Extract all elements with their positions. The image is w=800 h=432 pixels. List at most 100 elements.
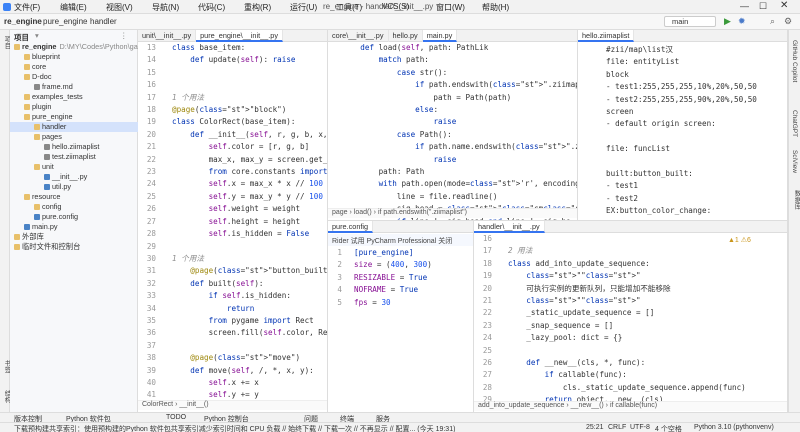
close-icon[interactable]: ✕ <box>780 0 788 11</box>
tree-item[interactable]: config <box>10 202 138 212</box>
crumb-method[interactable]: __init__() <box>179 401 208 408</box>
tree-item-label: blueprint <box>32 52 60 61</box>
debug-icon[interactable]: ✹ <box>738 16 746 27</box>
folder-icon <box>34 124 40 130</box>
tab-handler-init[interactable]: handler\__init__.py <box>474 221 545 233</box>
copilot-tool-tab[interactable]: GitHub Copilot <box>791 40 798 82</box>
crumb-package[interactable]: pure_engine <box>43 17 87 26</box>
tree-item[interactable]: handler <box>10 122 138 132</box>
pane5-code[interactable]: 2 用法 class add_into_update_sequence: cla… <box>508 233 746 407</box>
tree-item[interactable]: re_engine D:\MY\Codes\Python\gam <box>10 42 144 52</box>
settings-icon[interactable]: ⚙ <box>784 16 792 27</box>
minimize-icon[interactable]: — <box>740 1 749 11</box>
editor-pane-ziimaplist: hello.ziimaplist #zii/map\list汉 file: en… <box>578 30 788 220</box>
interpreter[interactable]: Python 3.10 (pythonvenv) <box>694 424 774 431</box>
tree-item-label: pure.config <box>42 212 79 221</box>
menu-item-3[interactable]: 导航(N) <box>152 2 179 13</box>
tree-item[interactable]: D-doc <box>10 72 138 82</box>
pane1-breadcrumb: ColorRect › __init__() <box>138 400 327 410</box>
project-header: 项目 ▾ ⋮ <box>10 30 138 42</box>
pane1-gutter: 13 14 15 16 17 18 19 20 21 22 23 24 25 2… <box>146 43 156 412</box>
pane2-breadcrumb: page › load() › if path.endswith(".ziima… <box>328 208 577 218</box>
tree-item[interactable]: examples_tests <box>10 92 138 102</box>
search-icon[interactable]: ⌕ <box>770 16 775 27</box>
crumb-page[interactable]: page <box>332 209 348 216</box>
tree-item[interactable]: resource <box>10 192 138 202</box>
pane3-code[interactable]: #zii/map\list汉 file: entityList block - … <box>606 44 757 220</box>
pane4-code[interactable]: [pure_engine] size = (400, 300) RESIZABL… <box>354 247 432 309</box>
tab-core-init[interactable]: core\__init__.py <box>328 30 389 42</box>
right-tool-stripe: GitHub Copilot ChatGPT SciView 数据库 <box>788 30 800 412</box>
crumb-load[interactable]: load() <box>354 209 372 216</box>
tree-item[interactable]: frame.md <box>10 82 138 92</box>
tree-item[interactable]: pure_engine <box>10 112 138 122</box>
tree-item[interactable]: pages <box>10 132 138 142</box>
pycharm-logo-icon <box>3 3 11 11</box>
pane4-gutter: 1 2 3 4 5 <box>337 248 342 307</box>
tree-item-label: resource <box>32 192 61 201</box>
more-icon[interactable]: ⋮ <box>120 31 128 40</box>
tree-item-label: re_engine <box>22 42 57 51</box>
chatgpt-tool-tab[interactable]: ChatGPT <box>791 110 798 137</box>
menu-item-2[interactable]: 视图(V) <box>106 2 133 13</box>
tree-item[interactable]: blueprint <box>10 52 138 62</box>
tree-item[interactable]: util.py <box>10 182 138 192</box>
crumb-if[interactable]: if path.endswith(".ziimaplist") <box>378 209 467 216</box>
tree-item[interactable]: plugin <box>10 102 138 112</box>
crumb-class-add[interactable]: add_into_update_sequence <box>478 402 564 409</box>
menu-item-5[interactable]: 重构(R) <box>244 2 271 13</box>
menu-item-10[interactable]: 帮助(H) <box>482 2 509 13</box>
database-tool-tab[interactable]: 数据库 <box>791 190 800 210</box>
crumb-separator: › <box>36 17 39 26</box>
status-message[interactable]: 下载预构建共享索引：使用预构建的Python 软件包共享索引减少索引时间和 CP… <box>14 424 494 432</box>
tab-main-py[interactable]: main.py <box>422 30 458 42</box>
tree-item[interactable]: core <box>10 62 138 72</box>
pane5-gutter: 16 17 18 19 20 21 22 23 24 25 26 27 28 2… <box>482 234 492 405</box>
crumb-folder[interactable]: handler <box>90 17 117 26</box>
tab-unit-init[interactable]: unit\__init__.py <box>138 30 197 42</box>
crumb-class[interactable]: ColorRect <box>142 401 173 408</box>
pane1-code[interactable]: class base_item: def update(self): raise… <box>172 42 327 412</box>
editor-pane-handler: handler\__init__.py ▲1 ⚠6 16 17 18 19 20… <box>474 220 788 412</box>
tree-item[interactable]: 临时文件和控制台 <box>10 242 138 252</box>
maximize-icon[interactable]: ☐ <box>759 1 767 12</box>
tab-hello-ziimaplist[interactable]: hello.ziimaplist <box>578 30 635 42</box>
tree-item[interactable]: hello.ziimaplist <box>10 142 138 152</box>
pane2-code[interactable]: def load(self, path: PathLik match path:… <box>342 42 577 220</box>
tab-pure-config[interactable]: pure.config <box>328 221 374 233</box>
tree-item-label: handler <box>42 122 67 131</box>
menu-item-9[interactable]: 窗口(W) <box>436 2 465 13</box>
tree-item[interactable]: unit <box>10 162 138 172</box>
tree-item[interactable]: 外部库 <box>10 232 138 242</box>
folder-icon <box>34 204 40 210</box>
folder-icon <box>14 244 20 250</box>
menu-item-6[interactable]: 运行(U) <box>290 2 317 13</box>
tree-item[interactable]: test.ziimaplist <box>10 152 138 162</box>
caret-position[interactable]: 25:21 <box>586 424 604 431</box>
trial-banner[interactable]: Rider 试用 PyCharm Professional 关闭 <box>328 234 473 246</box>
indent-setting[interactable]: 4 个空格 <box>655 424 682 432</box>
folder-icon <box>14 44 20 50</box>
tree-item[interactable]: __init__.py <box>10 172 138 182</box>
crumb-new[interactable]: __new__() <box>571 402 604 409</box>
line-separator[interactable]: CRLF <box>608 424 626 431</box>
folder-icon <box>24 114 30 120</box>
run-icon[interactable]: ▶ <box>724 16 731 27</box>
tool-window-2[interactable]: TODO <box>166 414 186 421</box>
tree-item-label: examples_tests <box>32 92 83 101</box>
file-icon <box>44 144 50 150</box>
menu-item-1[interactable]: 编辑(E) <box>60 2 87 13</box>
tab-hello-py[interactable]: hello.py <box>389 30 423 42</box>
chevron-down-icon[interactable]: ▾ <box>35 31 39 40</box>
file-icon <box>44 154 50 160</box>
tree-item[interactable]: pure.config <box>10 212 138 222</box>
menu-item-0[interactable]: 文件(F) <box>14 2 40 13</box>
crumb-if-callable[interactable]: if callable(func) <box>610 402 657 409</box>
tab-pure-engine-init[interactable]: pure_engine\__init__.py <box>196 30 283 42</box>
sciview-tool-tab[interactable]: SciView <box>791 150 798 173</box>
tree-item-label: util.py <box>52 182 72 191</box>
file-encoding[interactable]: UTF-8 <box>630 424 650 431</box>
tree-item-label: 临时文件和控制台 <box>22 242 81 251</box>
menu-item-4[interactable]: 代码(C) <box>198 2 225 13</box>
tree-item[interactable]: main.py <box>10 222 138 232</box>
